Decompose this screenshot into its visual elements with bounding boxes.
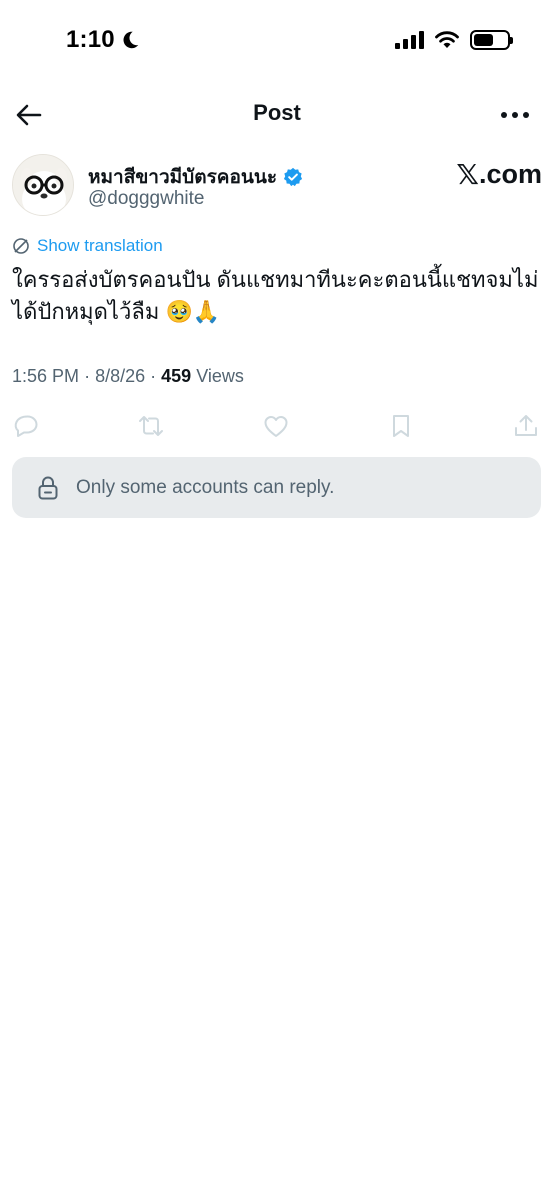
like-icon[interactable] xyxy=(262,412,290,440)
meta-separator: · xyxy=(150,366,157,386)
dog-avatar-icon xyxy=(13,155,73,215)
views-count: 459 xyxy=(161,366,192,386)
show-translation[interactable]: Show translation xyxy=(12,236,163,256)
meta-separator: · xyxy=(84,366,91,386)
post-actions xyxy=(12,410,540,442)
status-icons xyxy=(395,30,513,50)
status-bar: 1:10 xyxy=(0,0,554,84)
translate-icon xyxy=(13,238,29,254)
post-meta: 1:56 PM · 8/8/26 · 459 Views xyxy=(12,366,244,387)
post-date[interactable]: 8/8/26 xyxy=(95,366,145,386)
lock-icon xyxy=(38,475,58,499)
battery-icon xyxy=(470,30,513,50)
views-label: Views xyxy=(196,366,244,386)
user-handle[interactable]: @dogggwhite xyxy=(88,188,204,210)
more-icon[interactable] xyxy=(500,103,530,127)
wifi-icon xyxy=(435,31,459,48)
repost-icon[interactable] xyxy=(137,412,165,440)
reply-icon[interactable] xyxy=(12,412,40,440)
x-logo-icon: 𝕏 xyxy=(456,159,479,190)
bookmark-icon[interactable] xyxy=(387,412,415,440)
reply-restriction-text: Only some accounts can reply. xyxy=(76,476,335,498)
reply-restriction-banner: Only some accounts can reply. xyxy=(12,457,541,518)
post-time[interactable]: 1:56 PM xyxy=(12,366,79,386)
signal-icon xyxy=(395,31,424,49)
post-author: หมาสีขาวมีบัตรคอนนะ @dogggwhite 𝕏 .com xyxy=(12,154,542,218)
post-header: Post xyxy=(0,92,554,138)
verified-badge-icon xyxy=(283,167,303,187)
share-icon[interactable] xyxy=(512,412,540,440)
show-translation-link[interactable]: Show translation xyxy=(37,236,163,256)
avatar[interactable] xyxy=(12,154,74,216)
status-time-text: 1:10 xyxy=(66,26,115,53)
post-text: ใครรอส่งบัตรคอนปัน ดันแชทมาทีนะคะตอนนี้แ… xyxy=(12,267,539,324)
status-time: 1:10 xyxy=(66,26,141,54)
moon-icon xyxy=(123,31,139,49)
watermark-domain: .com xyxy=(478,159,542,189)
page-title: Post xyxy=(253,100,301,125)
x-watermark: 𝕏 .com xyxy=(456,158,542,191)
